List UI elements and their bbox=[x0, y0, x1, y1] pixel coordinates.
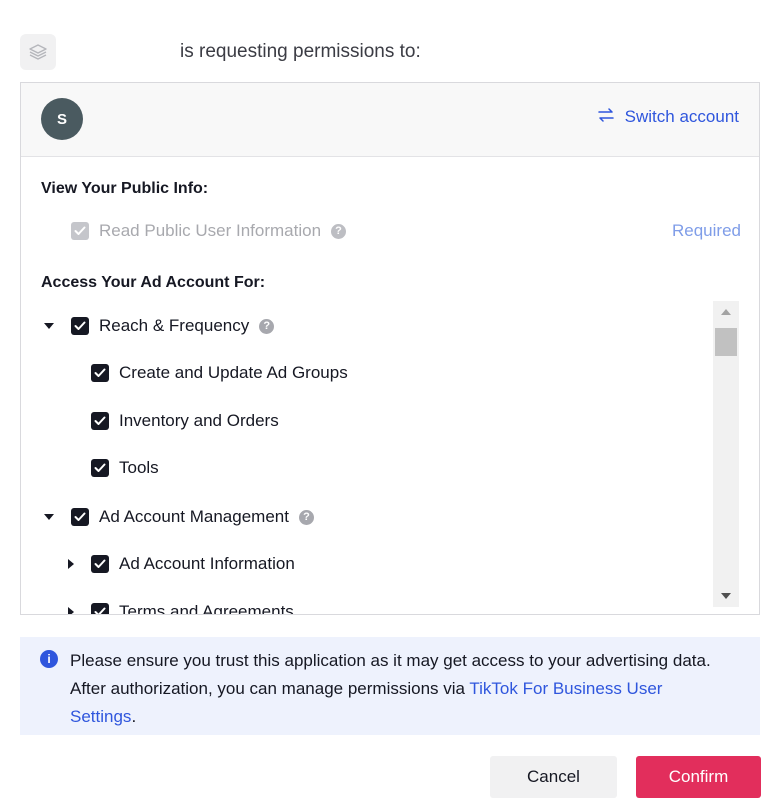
permission-item[interactable]: Terms and Agreements bbox=[91, 599, 294, 615]
help-icon[interactable]: ? bbox=[259, 318, 275, 334]
public-info-title: View Your Public Info: bbox=[41, 180, 209, 197]
avatar: S bbox=[41, 98, 83, 140]
swap-arrows-icon bbox=[597, 107, 615, 127]
group-label: Ad Account Management bbox=[99, 507, 289, 526]
help-icon[interactable]: ? bbox=[298, 509, 314, 525]
caret-down-icon[interactable] bbox=[43, 320, 55, 332]
read-public-info-checkbox bbox=[71, 222, 89, 240]
scroll-up-arrow-icon[interactable] bbox=[713, 301, 739, 323]
cancel-button[interactable]: Cancel bbox=[490, 756, 617, 798]
auth-header: is requesting permissions to: bbox=[20, 34, 760, 70]
scrollbar-thumb[interactable] bbox=[715, 328, 737, 356]
checkbox[interactable] bbox=[91, 459, 109, 477]
public-info-row: Read Public User Information ? Required bbox=[71, 219, 741, 243]
confirm-button[interactable]: Confirm bbox=[636, 756, 761, 798]
notice-text-end: . bbox=[131, 707, 137, 726]
group-label: Reach & Frequency bbox=[99, 316, 250, 335]
permission-label: Tools bbox=[119, 458, 159, 477]
checkbox[interactable] bbox=[91, 364, 109, 382]
permissions-panel: S Switch account View Your Public Info: … bbox=[20, 82, 760, 615]
permission-label: Terms and Agreements bbox=[119, 602, 294, 615]
caret-right-icon[interactable] bbox=[65, 558, 77, 570]
permission-item[interactable]: Inventory and Orders bbox=[91, 408, 279, 434]
read-public-info-label: Read Public User Information bbox=[99, 221, 322, 240]
switch-account-button[interactable]: Switch account bbox=[597, 107, 739, 127]
caret-right-icon[interactable] bbox=[65, 606, 77, 614]
checkbox[interactable] bbox=[71, 317, 89, 335]
info-icon: i bbox=[40, 650, 58, 668]
permission-item[interactable]: Tools bbox=[91, 455, 159, 481]
checkbox[interactable] bbox=[91, 412, 109, 430]
group-reach-frequency[interactable]: Reach & Frequency ? bbox=[71, 313, 275, 339]
required-label: Required bbox=[672, 221, 741, 240]
checkbox[interactable] bbox=[91, 555, 109, 573]
ad-account-title: Access Your Ad Account For: bbox=[41, 274, 266, 291]
help-icon[interactable]: ? bbox=[331, 223, 347, 239]
permission-label: Inventory and Orders bbox=[119, 411, 279, 430]
caret-down-icon[interactable] bbox=[43, 511, 55, 523]
permission-label: Ad Account Information bbox=[119, 554, 295, 573]
checkbox[interactable] bbox=[91, 603, 109, 614]
account-bar: S Switch account bbox=[21, 83, 759, 157]
permissions-list[interactable]: Reach & Frequency ? Create and Update Ad… bbox=[21, 301, 741, 615]
permission-label: Create and Update Ad Groups bbox=[119, 363, 348, 382]
scroll-down-arrow-icon[interactable] bbox=[713, 585, 739, 607]
request-title: is requesting permissions to: bbox=[180, 41, 421, 62]
permission-item[interactable]: Ad Account Information bbox=[91, 551, 295, 577]
layers-icon bbox=[20, 34, 56, 70]
trust-notice: i Please ensure you trust this applicati… bbox=[20, 637, 760, 735]
scrollbar[interactable] bbox=[713, 301, 739, 607]
switch-account-label: Switch account bbox=[624, 107, 739, 126]
checkbox[interactable] bbox=[71, 508, 89, 526]
permission-item[interactable]: Create and Update Ad Groups bbox=[91, 360, 348, 386]
group-ad-account-management[interactable]: Ad Account Management ? bbox=[71, 504, 314, 530]
